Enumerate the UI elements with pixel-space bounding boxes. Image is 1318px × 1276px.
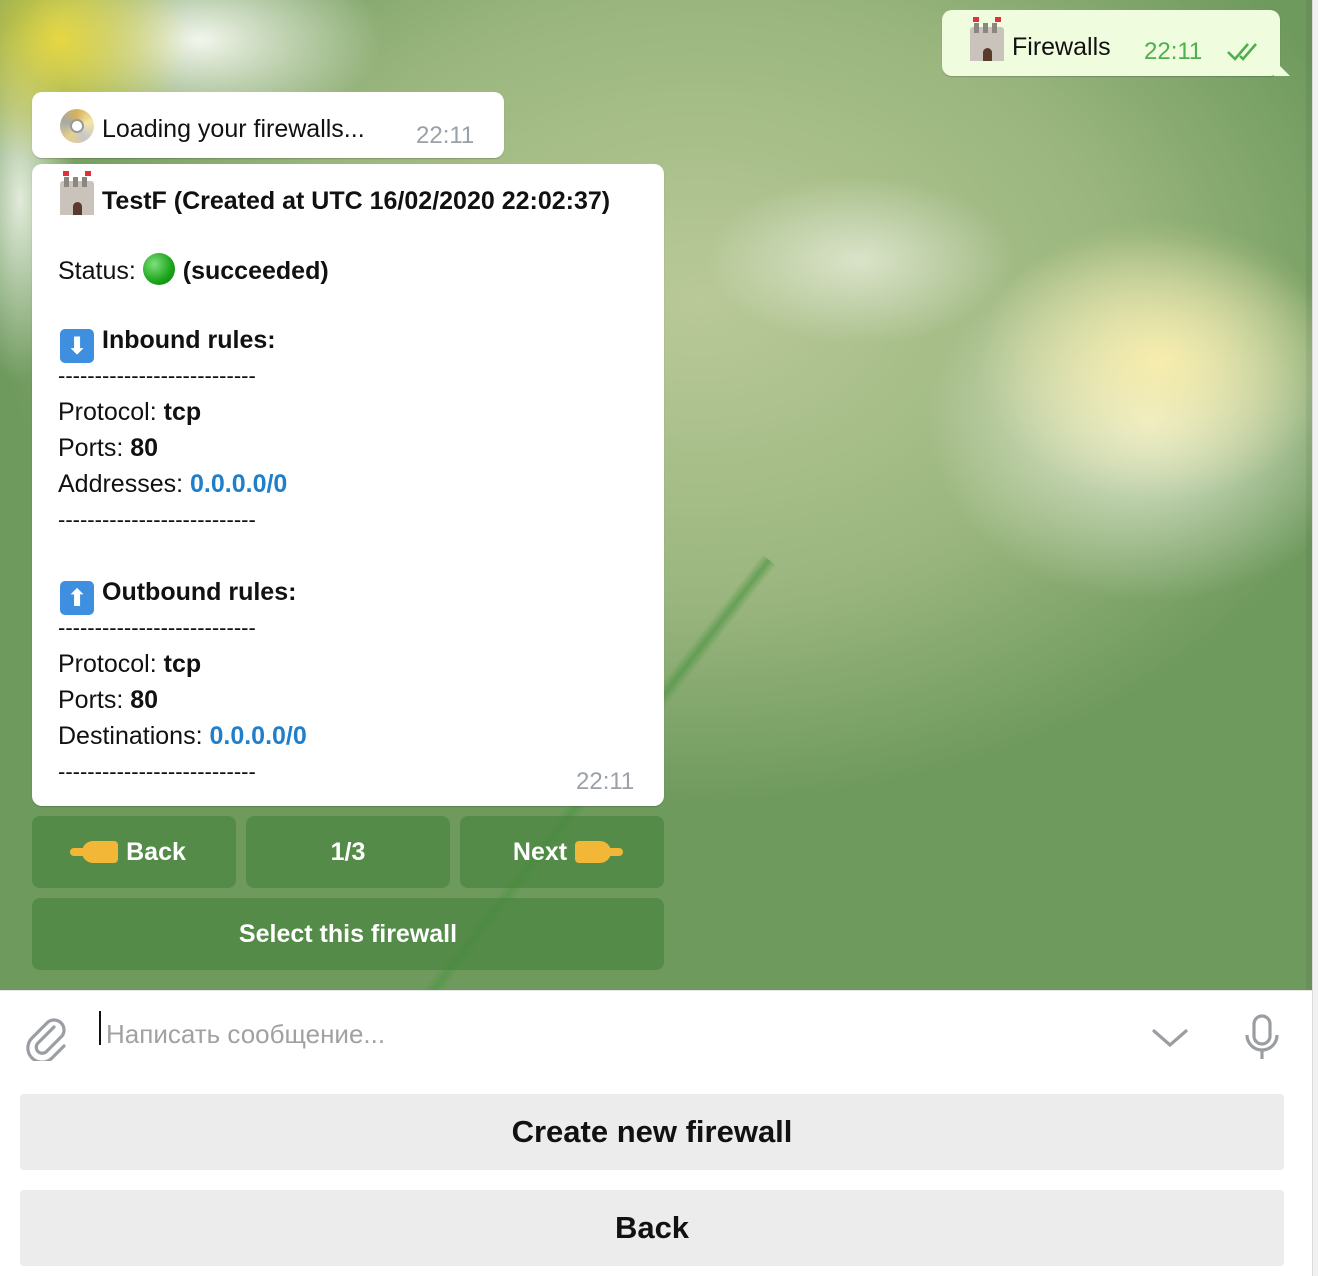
inbound-addresses-link[interactable]: 0.0.0.0/0 — [190, 470, 287, 498]
inline-back-button[interactable]: Back — [32, 816, 236, 888]
outbound-destinations-link[interactable]: 0.0.0.0/0 — [209, 722, 306, 750]
inbound-ports-label: Ports: — [58, 434, 124, 462]
outbound-destinations-label: Destinations: — [58, 722, 203, 750]
inbound-protocol-value: tcp — [163, 398, 202, 426]
firewall-card-time: 22:11 — [576, 768, 635, 795]
create-new-firewall-button[interactable]: Create new firewall — [20, 1094, 1284, 1170]
window-right-edge — [1312, 0, 1318, 1276]
inline-back-label: Back — [126, 837, 186, 866]
outbound-ports-value: 80 — [130, 686, 159, 714]
inbound-separator-bottom: --------------------------- — [58, 507, 256, 532]
down-arrow-icon: ⬇ — [60, 329, 94, 363]
outgoing-message[interactable]: Firewalls 22:11 — [942, 10, 1280, 76]
inbound-heading: Inbound rules: — [102, 326, 276, 354]
chevron-down-icon[interactable] — [1150, 1025, 1190, 1056]
paperclip-icon[interactable] — [24, 1013, 68, 1066]
reply-keyboard: Create new firewall Back — [0, 1082, 1312, 1276]
loading-message[interactable]: Loading your firewalls... 22:11 — [32, 92, 504, 158]
outgoing-bubble-tail — [1274, 60, 1290, 76]
pointing-right-hand-icon — [575, 841, 624, 863]
reply-back-button[interactable]: Back — [20, 1190, 1284, 1266]
outgoing-message-time: 22:11 — [1144, 38, 1203, 65]
green-circle-icon — [142, 253, 175, 285]
chat-area: Firewalls 22:11 Loading your firewalls..… — [0, 0, 1312, 990]
outbound-protocol-value: tcp — [163, 650, 202, 678]
castle-icon — [970, 17, 1004, 61]
inline-page-label: 1/3 — [330, 837, 366, 866]
select-firewall-button[interactable]: Select this firewall — [32, 898, 664, 970]
outbound-protocol-label: Protocol: — [58, 650, 157, 678]
outgoing-message-text: Firewalls — [1012, 33, 1111, 61]
inbound-separator-top: --------------------------- — [58, 363, 256, 388]
inbound-protocol-label: Protocol: — [58, 398, 157, 426]
castle-icon — [60, 171, 94, 215]
message-input[interactable]: Написать сообщение... — [106, 1019, 385, 1050]
outbound-separator-top: --------------------------- — [58, 615, 256, 640]
up-arrow-icon: ⬆ — [60, 581, 94, 615]
double-check-icon — [1226, 40, 1264, 69]
inline-page-button[interactable]: 1/3 — [246, 816, 450, 888]
status-value: (succeeded) — [182, 257, 329, 285]
loading-message-text: Loading your firewalls... — [102, 115, 365, 143]
pointing-left-hand-icon — [70, 841, 119, 863]
disc-icon — [60, 109, 94, 143]
inline-next-label: Next — [512, 837, 568, 866]
outbound-separator-bottom: --------------------------- — [58, 759, 256, 784]
outbound-ports-label: Ports: — [58, 686, 124, 714]
inbound-ports-value: 80 — [130, 434, 159, 462]
outbound-heading: Outbound rules: — [102, 578, 297, 606]
status-label: Status: — [58, 257, 136, 285]
text-caret — [99, 1011, 101, 1045]
inbound-addresses-label: Addresses: — [58, 470, 184, 498]
firewall-card-message[interactable]: TestF (Created at UTC 16/02/2020 22:02:3… — [32, 164, 664, 806]
firewall-title: TestF (Created at UTC 16/02/2020 22:02:3… — [102, 187, 611, 215]
inline-next-button[interactable]: Next — [460, 816, 664, 888]
message-composer: Написать сообщение... — [0, 990, 1312, 1083]
select-firewall-label: Select this firewall — [238, 919, 458, 948]
loading-message-time: 22:11 — [416, 122, 475, 149]
microphone-icon[interactable] — [1242, 1013, 1282, 1068]
